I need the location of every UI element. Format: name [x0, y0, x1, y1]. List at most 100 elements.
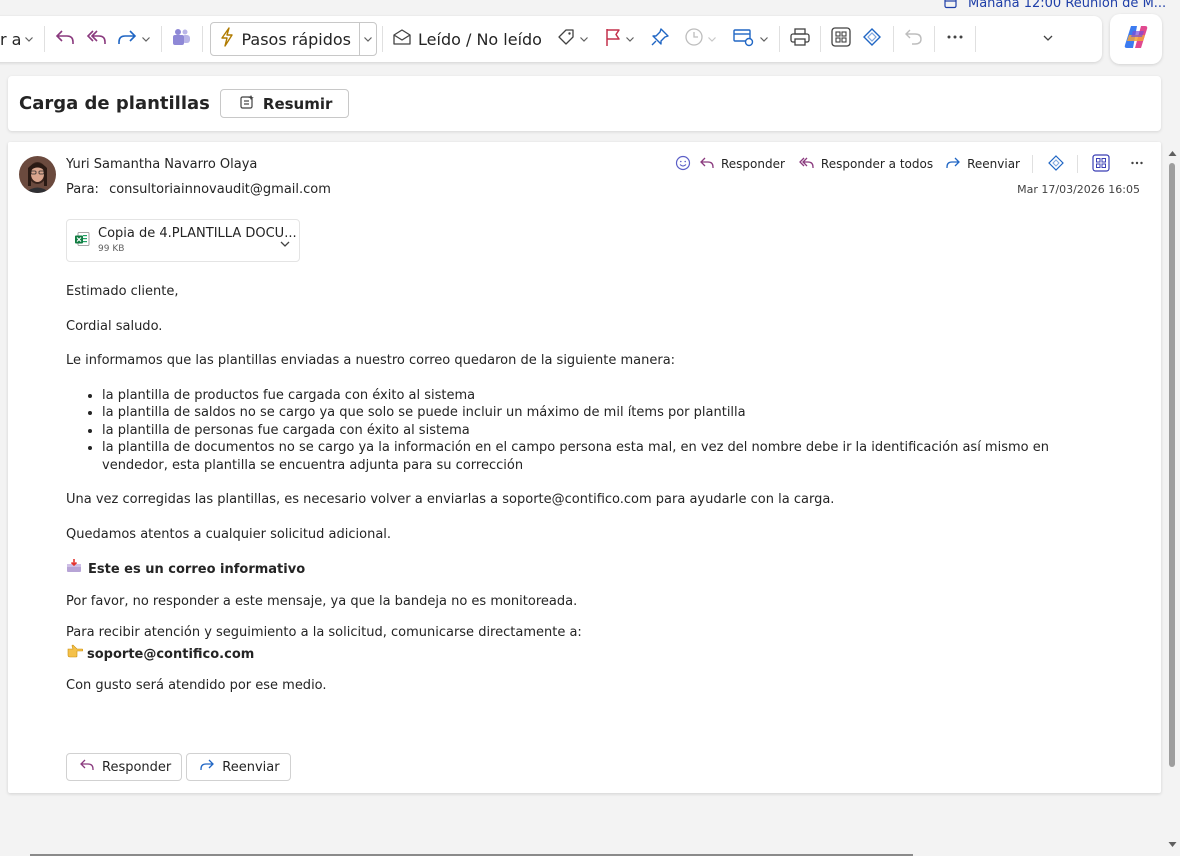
move-to-button[interactable]: r a [0, 22, 39, 56]
forward-icon [945, 156, 961, 173]
body-greeting: Estimado cliente, [66, 284, 179, 299]
list-item: la plantilla de personas fue cargada con… [102, 422, 1106, 440]
contact-email[interactable]: soporte@contifico.com [87, 647, 254, 662]
read-unread-button[interactable]: Leído / No leído [388, 22, 546, 56]
chevron-down-icon [624, 33, 636, 45]
body-intro: Le informamos que las plantillas enviada… [66, 353, 676, 368]
lightning-icon [219, 27, 235, 51]
loop-action[interactable] [1047, 154, 1065, 174]
list-item: la plantilla de documentos no se cargo y… [102, 439, 1106, 474]
more-horizontal-icon [1130, 156, 1144, 173]
reply-bottom-button[interactable]: Responder [66, 753, 183, 781]
undo-button[interactable] [899, 22, 929, 56]
quick-steps-label: Pasos rápidos [241, 29, 352, 49]
snooze-button[interactable] [680, 22, 722, 56]
more-options-button[interactable] [940, 22, 970, 56]
rules-button[interactable] [728, 22, 774, 56]
chevron-down-icon [758, 33, 770, 45]
sender-name[interactable]: Yuri Samantha Navarro Olaya [66, 157, 257, 172]
reply-icon [54, 27, 76, 51]
summarize-icon [239, 94, 255, 114]
scroll-down-arrow-icon[interactable] [1168, 833, 1177, 852]
printer-icon [789, 27, 811, 51]
forward-action-label: Reenviar [967, 157, 1020, 171]
body-pending: Quedamos atentos a cualquier solicitud a… [66, 526, 392, 542]
info-heading-line: Este es un correo informativo [66, 559, 1106, 579]
scrollbar-thumb[interactable] [1169, 163, 1175, 767]
rules-icon [732, 27, 756, 51]
reminder-text: Mañana 12:00 Reunión de M... [968, 0, 1167, 11]
apps-button[interactable] [826, 22, 856, 56]
read-unread-label: Leído / No leído [418, 29, 542, 49]
message-date: Mar 17/03/2026 16:05 [1017, 183, 1140, 196]
scroll-up-arrow-icon[interactable] [1168, 142, 1177, 161]
summarize-button[interactable]: Resumir [219, 89, 350, 118]
chevron-down-icon [1041, 30, 1055, 49]
reply-all-button[interactable] [80, 22, 112, 56]
reply-icon [79, 758, 95, 776]
apps-grid-icon [1092, 153, 1110, 175]
teams-icon [171, 27, 193, 51]
pin-button[interactable] [646, 22, 674, 56]
chevron-down-icon [578, 33, 590, 45]
attachment-card[interactable]: Copia de 4.PLANTILLA DOCU... 99 KB [66, 219, 300, 262]
calendar-reminder[interactable]: Mañana 12:00 Reunión de M... [944, 0, 1166, 11]
calendar-icon [944, 0, 958, 9]
inbox-tray-icon [66, 559, 82, 579]
reply-all-action[interactable]: Responder a todos [797, 156, 933, 173]
forward-icon [199, 758, 215, 776]
smiley-icon [675, 155, 691, 174]
pin-icon [650, 27, 670, 51]
tag-icon [556, 27, 576, 51]
envelope-open-icon [392, 28, 412, 50]
message-body: Estimado cliente, Cordial saludo. Le inf… [66, 283, 1106, 695]
flag-icon [604, 27, 622, 51]
body-no-reply: Por favor, no responder a este mensaje, … [66, 593, 578, 609]
move-to-label: r a [0, 29, 22, 49]
apps-action[interactable] [1092, 153, 1110, 175]
forward-icon [116, 27, 138, 51]
forward-button[interactable] [112, 22, 156, 56]
print-button[interactable] [785, 22, 815, 56]
forward-bottom-label: Reenviar [222, 759, 280, 775]
body-closing: Con gusto será atendido por ese medio. [66, 678, 327, 693]
quick-steps-dropdown[interactable] [360, 23, 376, 55]
ribbon-expand-button[interactable] [1037, 22, 1059, 56]
loop-button[interactable] [856, 22, 888, 56]
contact-line: soporte@contifico.com [66, 644, 1106, 664]
loop-icon [1047, 154, 1065, 174]
forward-bottom-button[interactable]: Reenviar [186, 753, 291, 781]
apps-grid-icon [830, 27, 852, 51]
avatar[interactable] [19, 156, 56, 193]
message-actions: Responder Responder a todos Reenviar [661, 153, 1144, 175]
pointing-hand-icon [66, 644, 84, 664]
info-heading: Este es un correo informativo [88, 562, 306, 577]
more-actions-button[interactable] [1130, 156, 1144, 173]
flag-button[interactable] [600, 22, 640, 56]
reply-action[interactable]: Responder [699, 156, 785, 173]
subject-header: Carga de plantillas Resumir [8, 76, 1161, 131]
to-label: Para: [66, 182, 99, 197]
reply-all-action-label: Responder a todos [820, 157, 934, 171]
attachment-size: 99 KB [98, 244, 125, 254]
chevron-down-icon [706, 33, 718, 45]
body-salute: Cordial saludo. [66, 318, 163, 334]
recipient-email[interactable]: consultoriainnovaudit@gmail.com [109, 182, 331, 197]
chevron-down-icon[interactable] [279, 235, 291, 254]
more-horizontal-icon [944, 27, 966, 51]
reply-button[interactable] [50, 22, 80, 56]
forward-action[interactable]: Reenviar [945, 156, 1020, 173]
subject-title: Carga de plantillas [19, 93, 210, 114]
copilot-button[interactable] [1110, 14, 1162, 64]
teams-button[interactable] [167, 22, 197, 56]
chevron-down-icon [140, 33, 152, 45]
categorize-button[interactable] [552, 22, 594, 56]
quick-steps-button[interactable]: Pasos rápidos [210, 22, 378, 56]
recipient-line: Para: consultoriainnovaudit@gmail.com [66, 182, 331, 197]
clock-icon [684, 27, 704, 51]
reply-action-label: Responder [720, 157, 785, 171]
reply-all-icon [797, 156, 815, 173]
copilot-icon [1122, 23, 1150, 55]
body-resend: Una vez corregidas las plantillas, es ne… [66, 492, 835, 507]
emoji-reaction-button[interactable] [675, 155, 691, 174]
